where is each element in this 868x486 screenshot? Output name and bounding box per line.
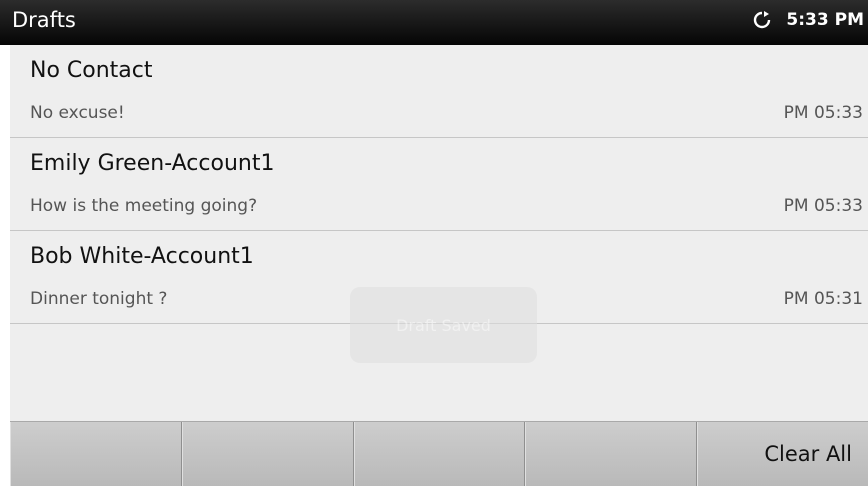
drafts-list: No Contact No excuse! PM 05:33 Emily Gre… [10,45,868,421]
softkey-1[interactable] [10,422,182,486]
draft-preview: How is the meeting going? [30,196,258,216]
draft-preview: No excuse! [30,103,125,123]
draft-time: PM 05:31 [783,289,863,309]
draft-item[interactable]: Emily Green-Account1 How is the meeting … [10,138,868,231]
status-bar: Drafts 5:33 PM [0,0,868,45]
draft-contact: No Contact [30,58,153,83]
clear-all-button[interactable]: Clear All [697,422,868,486]
draft-time: PM 05:33 [783,196,863,216]
draft-contact: Bob White-Account1 [30,244,254,269]
draft-saved-toast: Draft Saved [350,287,537,363]
clock: 5:33 PM [786,10,864,30]
softkey-2[interactable] [182,422,354,486]
screen-title: Drafts [12,8,76,32]
sync-icon [752,10,772,30]
softkey-4[interactable] [525,422,698,486]
softkey-bar: Clear All [10,421,868,486]
softkey-3[interactable] [354,422,526,486]
status-indicators: 5:33 PM [752,10,864,30]
draft-item[interactable]: No Contact No excuse! PM 05:33 [10,45,868,138]
draft-contact: Emily Green-Account1 [30,151,275,176]
draft-preview: Dinner tonight ? [30,289,168,309]
draft-time: PM 05:33 [783,103,863,123]
